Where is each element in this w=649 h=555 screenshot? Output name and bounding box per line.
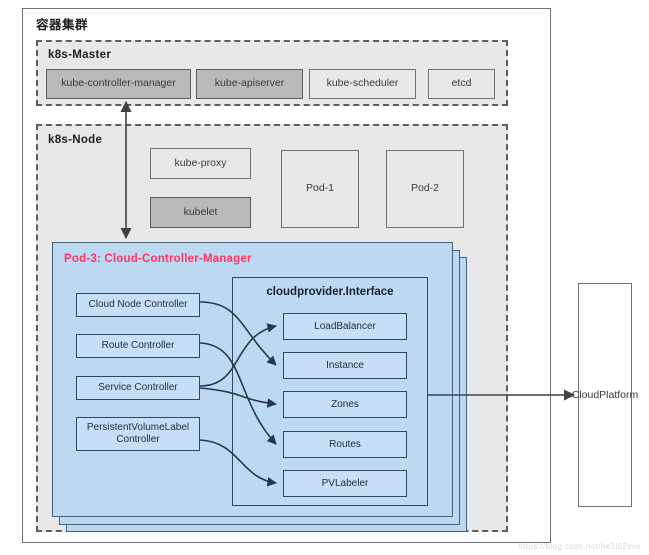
diagram-canvas: 容器集群 k8s-Master kube-controller-manager … [0,0,649,555]
component-etcd[interactable]: etcd [428,69,495,99]
component-kube-proxy[interactable]: kube-proxy [150,148,251,179]
controller-service[interactable]: Service Controller [76,376,200,400]
interface-method-instance[interactable]: Instance [283,352,407,379]
component-pod-1[interactable]: Pod-1 [281,150,359,228]
component-kube-controller-manager[interactable]: kube-controller-manager [46,69,191,99]
interface-method-pvlabeler[interactable]: PVLabeler [283,470,407,497]
cloud-platform-box[interactable]: Cloud Platform [572,283,638,507]
component-pod-2[interactable]: Pod-2 [386,150,464,228]
controller-persistent-volume-label[interactable]: PersistentVolumeLabel Controller [76,417,200,451]
pod3-title: Pod-3: Cloud-Controller-Manager [64,253,252,265]
cloud-platform-label-line2: Platform [599,388,639,401]
interface-method-loadbalancer[interactable]: LoadBalancer [283,313,407,340]
watermark: https://blog.csdn.net/he1l62mis [518,542,641,551]
k8s-master-title: k8s-Master [48,49,112,61]
component-kube-apiserver[interactable]: kube-apiserver [196,69,303,99]
cluster-title: 容器集群 [36,18,89,32]
cloudprovider-interface-title: cloudprovider.Interface [266,286,394,298]
controller-route[interactable]: Route Controller [76,334,200,358]
component-kube-scheduler[interactable]: kube-scheduler [309,69,416,99]
cloud-platform-label-line1: Cloud [571,388,600,401]
interface-method-zones[interactable]: Zones [283,391,407,418]
interface-method-routes[interactable]: Routes [283,431,407,458]
controller-cloud-node[interactable]: Cloud Node Controller [76,293,200,317]
k8s-node-title: k8s-Node [48,134,103,146]
component-kubelet[interactable]: kubelet [150,197,251,228]
